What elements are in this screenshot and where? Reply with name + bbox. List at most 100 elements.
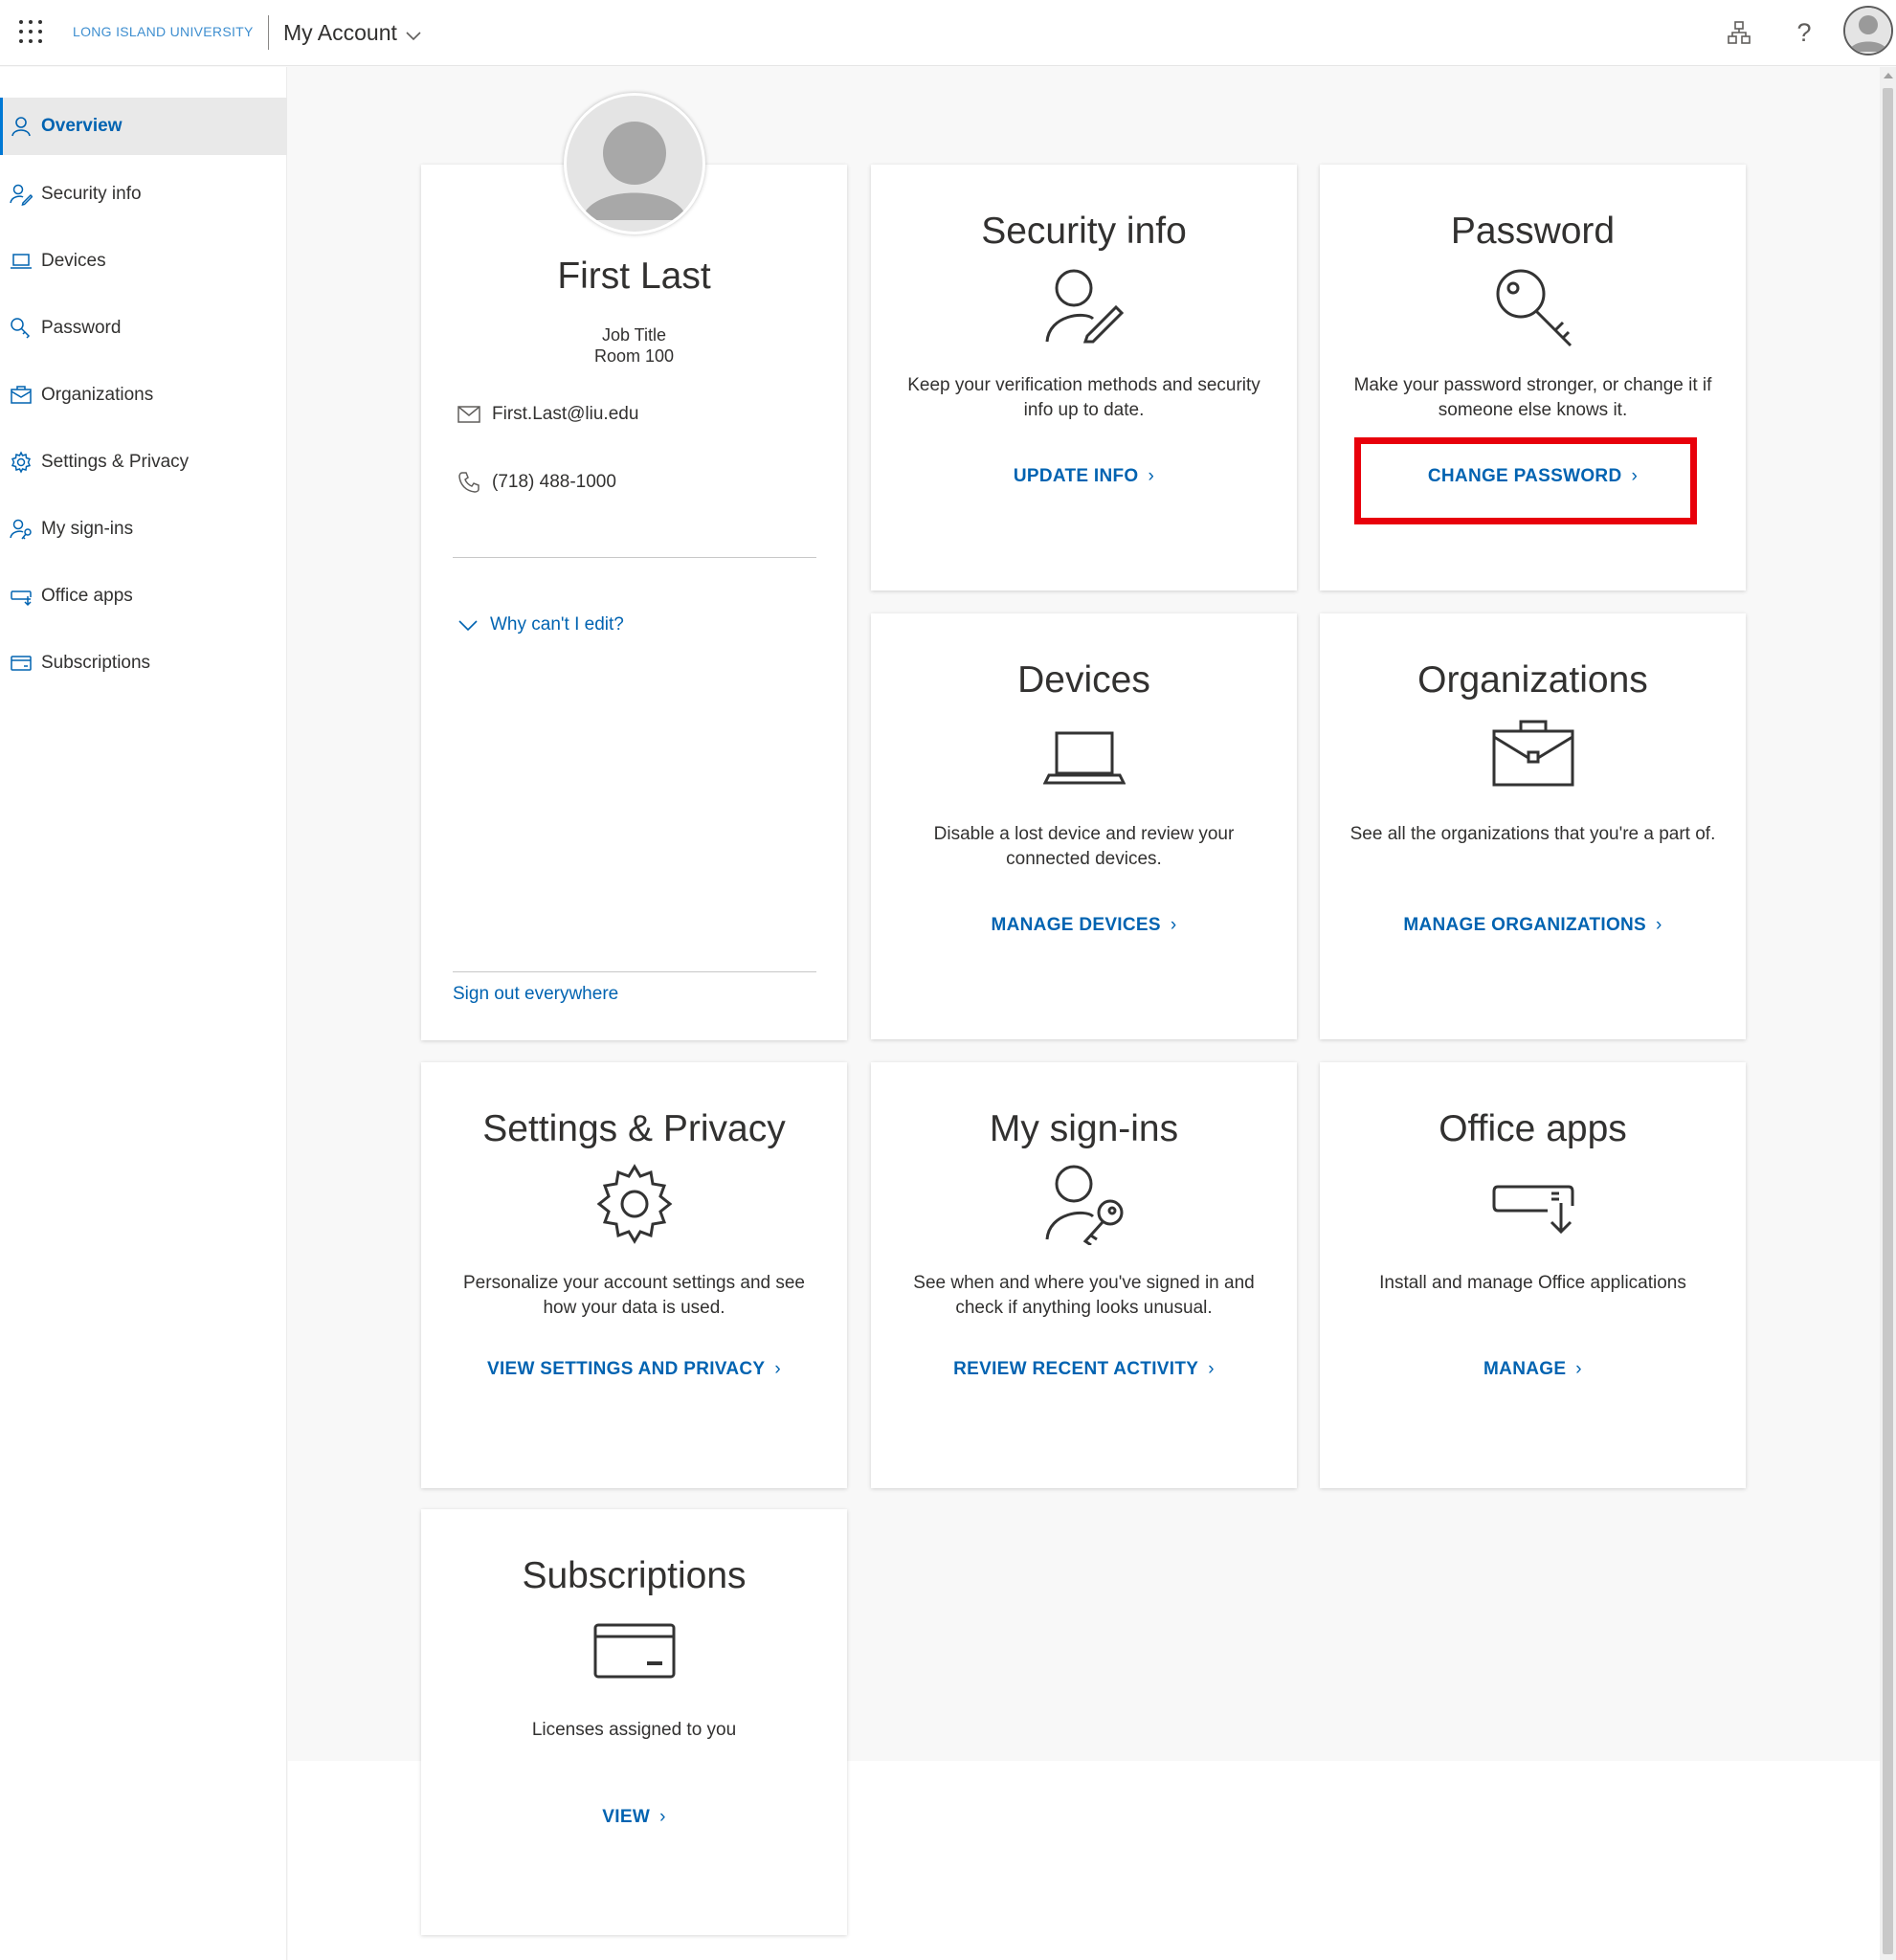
view-settings-privacy-link[interactable]: VIEW SETTINGS AND PRIVACY ›: [421, 1359, 847, 1380]
chevron-right-icon: ›: [1148, 466, 1155, 486]
profile-job-title: Job Title: [601, 325, 667, 345]
card-description: Disable a lost device and review your co…: [933, 824, 1235, 869]
sidebar-item-label: Office apps: [41, 586, 133, 606]
card-title: Subscriptions: [522, 1555, 747, 1596]
card-title: My sign-ins: [989, 1108, 1179, 1149]
update-info-label: UPDATE INFO: [1013, 466, 1139, 486]
card-description: Keep your verification methods and secur…: [907, 375, 1260, 420]
card-description: Personalize your account settings and se…: [463, 1273, 805, 1318]
profile-email-row: First.Last@liu.edu: [457, 404, 638, 425]
key-icon: [1496, 269, 1573, 347]
sidebar-item-label: Organizations: [41, 385, 154, 405]
profile-email: First.Last@liu.edu: [492, 404, 639, 424]
organization-icon[interactable]: [1724, 17, 1754, 48]
card-title: Organizations: [1417, 659, 1648, 701]
card-title: Settings & Privacy: [482, 1108, 786, 1149]
help-icon[interactable]: ?: [1789, 17, 1819, 48]
manage-devices-label: MANAGE DEVICES: [991, 915, 1161, 935]
scroll-up-icon[interactable]: [1884, 73, 1893, 78]
profile-room: Room 100: [593, 346, 675, 366]
my-sign-ins-card: My sign-ins See when and where you've si…: [871, 1062, 1297, 1488]
card-icon: [593, 1623, 676, 1679]
card-title: Security info: [981, 211, 1187, 252]
header-divider: [268, 15, 269, 50]
chevron-right-icon: ›: [1656, 915, 1662, 935]
why-cant-edit-label: Why can't I edit?: [490, 614, 624, 635]
manage-office-apps-link[interactable]: MANAGE ›: [1320, 1359, 1746, 1380]
user-avatar[interactable]: [1843, 6, 1893, 56]
chevron-right-icon: ›: [1575, 1359, 1582, 1379]
sidebar-item-overview[interactable]: Overview: [0, 98, 287, 155]
profile-divider: [453, 557, 816, 558]
password-card: Password Make your password stronger, or…: [1320, 165, 1746, 590]
sidebar-item-organizations[interactable]: Organizations: [0, 367, 287, 424]
mail-icon: [457, 406, 480, 423]
sidebar-item-label: Settings & Privacy: [41, 452, 190, 472]
profile-divider-bottom: [453, 971, 816, 972]
sidebar-item-office-apps[interactable]: Office apps: [0, 568, 287, 625]
profile-name: First Last: [557, 256, 711, 297]
sidebar-item-label: Security info: [41, 184, 142, 204]
person-edit-icon: [1045, 269, 1125, 344]
sidebar: Overview Security info Devices Password …: [0, 67, 287, 1960]
office-apps-icon: [11, 590, 32, 607]
app-launcher-icon[interactable]: [19, 20, 42, 43]
manage-organizations-link[interactable]: MANAGE ORGANIZATIONS ›: [1320, 915, 1746, 936]
chevron-down-icon: [406, 31, 421, 40]
sign-out-everywhere-link[interactable]: Sign out everywhere: [453, 984, 618, 1005]
brand-logo[interactable]: LONG ISLAND UNIVERSITY: [73, 24, 254, 39]
card-description: Licenses assigned to you: [531, 1720, 737, 1740]
key-icon: [11, 318, 31, 339]
card-description: Install and manage Office applications: [1379, 1273, 1686, 1293]
chevron-right-icon: ›: [774, 1359, 782, 1379]
devices-card: Devices Disable a lost device and review…: [871, 613, 1297, 1039]
card-icon: [11, 656, 32, 671]
sidebar-item-my-sign-ins[interactable]: My sign-ins: [0, 501, 287, 558]
view-settings-privacy-label: VIEW SETTINGS AND PRIVACY: [486, 1359, 766, 1379]
manage-devices-link[interactable]: MANAGE DEVICES ›: [871, 915, 1297, 936]
person-edit-icon: [10, 184, 33, 206]
sidebar-item-label: My sign-ins: [41, 519, 134, 539]
sidebar-item-security-info[interactable]: Security info: [0, 166, 287, 223]
update-info-link[interactable]: UPDATE INFO ›: [871, 466, 1297, 487]
profile-avatar: [564, 93, 705, 234]
profile-phone-row: (718) 488-1000: [457, 471, 616, 494]
person-key-icon: [10, 519, 32, 540]
organizations-card: Organizations See all the organizations …: [1320, 613, 1746, 1039]
person-icon: [11, 117, 31, 137]
sidebar-item-label: Overview: [41, 116, 123, 136]
phone-icon: [458, 472, 480, 493]
subscriptions-card: Subscriptions Licenses assigned to you V…: [421, 1509, 847, 1935]
chevron-right-icon: ›: [1208, 1359, 1215, 1379]
my-account-menu[interactable]: My Account: [283, 20, 422, 46]
person-key-icon: [1045, 1165, 1124, 1245]
office-apps-card: Office apps Install and manage Office ap…: [1320, 1062, 1746, 1488]
sidebar-item-devices[interactable]: Devices: [0, 233, 287, 290]
card-description: See when and where you've signed in and …: [913, 1273, 1255, 1318]
sidebar-item-settings-privacy[interactable]: Settings & Privacy: [0, 434, 287, 491]
review-recent-activity-link[interactable]: REVIEW RECENT ACTIVITY ›: [871, 1359, 1297, 1380]
profile-card: First Last Job Title Room 100 First.Last…: [421, 93, 847, 1040]
chevron-right-icon: ›: [1170, 915, 1177, 935]
gear-icon: [596, 1164, 673, 1244]
sidebar-item-label: Password: [41, 318, 122, 338]
briefcase-icon: [1492, 720, 1574, 787]
manage-organizations-label: MANAGE ORGANIZATIONS: [1403, 915, 1647, 935]
review-recent-activity-label: REVIEW RECENT ACTIVITY: [953, 1359, 1199, 1379]
view-subscriptions-label: VIEW: [602, 1807, 651, 1827]
manage-office-apps-label: MANAGE: [1483, 1359, 1567, 1379]
sidebar-item-password[interactable]: Password: [0, 300, 287, 357]
briefcase-icon: [11, 386, 32, 404]
why-cant-edit-link[interactable]: Why can't I edit?: [457, 614, 624, 635]
sidebar-item-subscriptions[interactable]: Subscriptions: [0, 635, 287, 692]
settings-privacy-card: Settings & Privacy Personalize your acco…: [421, 1062, 847, 1488]
profile-phone: (718) 488-1000: [492, 472, 616, 492]
page-scrollbar[interactable]: [1880, 67, 1896, 1960]
view-subscriptions-link[interactable]: VIEW ›: [421, 1807, 847, 1828]
scrollbar-thumb[interactable]: [1883, 88, 1893, 1954]
card-title: Password: [1450, 211, 1616, 252]
top-bar: LONG ISLAND UNIVERSITY My Account ?: [0, 0, 1896, 66]
office-apps-icon: [1492, 1185, 1574, 1235]
card-title: Devices: [1017, 659, 1150, 701]
card-description: Make your password stronger, or change i…: [1353, 375, 1712, 420]
